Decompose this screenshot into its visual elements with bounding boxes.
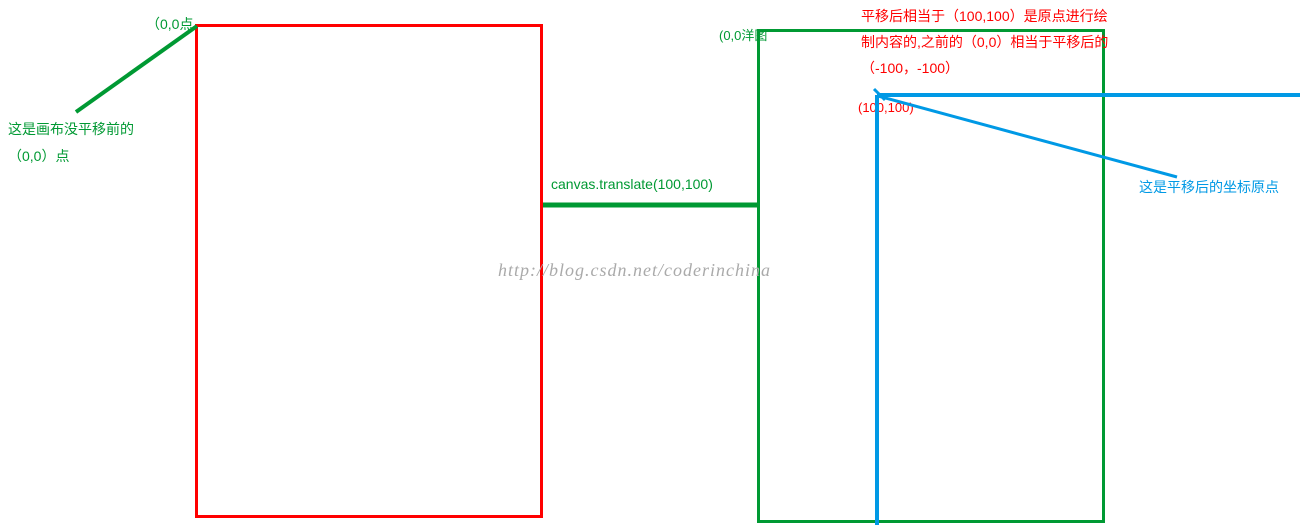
new-origin-coord-label: (100,100) [858,100,914,115]
right-origin-label: (0,0洋图 [719,25,767,44]
blue-note: 这是平移后的坐标原点 [1139,177,1279,197]
original-canvas-rect [195,24,543,518]
left-pointer-line [76,26,197,112]
red-note-line1: 平移后相当于（100,100）是原点进行绘 [861,6,1108,26]
translated-canvas-rect [757,29,1105,523]
red-note-line2: 制内容的,之前的（0,0）相当于平移后的 [861,32,1108,52]
watermark-text: http://blog.csdn.net/coderinchina [498,260,771,281]
left-annotation-line2: （0,0）点 [8,146,69,166]
translate-call-label: canvas.translate(100,100) [551,176,713,192]
red-note-line3: （-100，-100） [861,58,959,78]
diagram-stage: （0,0点 这是画布没平移前的 （0,0）点 canvas.translate(… [0,0,1305,525]
left-origin-label: （0,0点 [146,14,193,34]
left-annotation-line1: 这是画布没平移前的 [8,119,134,139]
